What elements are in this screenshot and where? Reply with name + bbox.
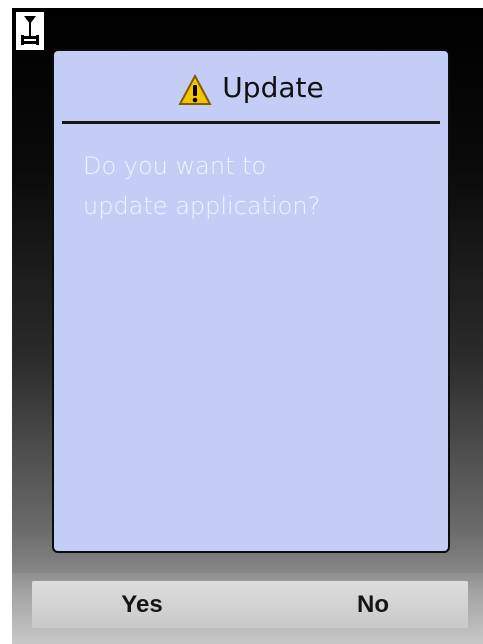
softkey-inner: Yes No [32, 581, 468, 628]
warning-icon [178, 73, 212, 108]
dialog-header: Update [54, 57, 448, 117]
update-dialog: Update Do you want to update application… [52, 49, 450, 553]
message-line-1: Do you want to [83, 152, 267, 180]
yes-softkey[interactable]: Yes [82, 581, 202, 628]
dialog-message: Do you want to update application? [83, 146, 423, 226]
no-softkey[interactable]: No [313, 581, 433, 628]
phone-screen: Update Do you want to update application… [12, 8, 483, 644]
dialog-divider [62, 121, 440, 124]
signal-antenna-icon [15, 11, 45, 51]
dialog-title: Update [222, 70, 324, 104]
softkey-bar: Yes No [12, 573, 483, 644]
message-line-2: update application? [83, 192, 321, 220]
